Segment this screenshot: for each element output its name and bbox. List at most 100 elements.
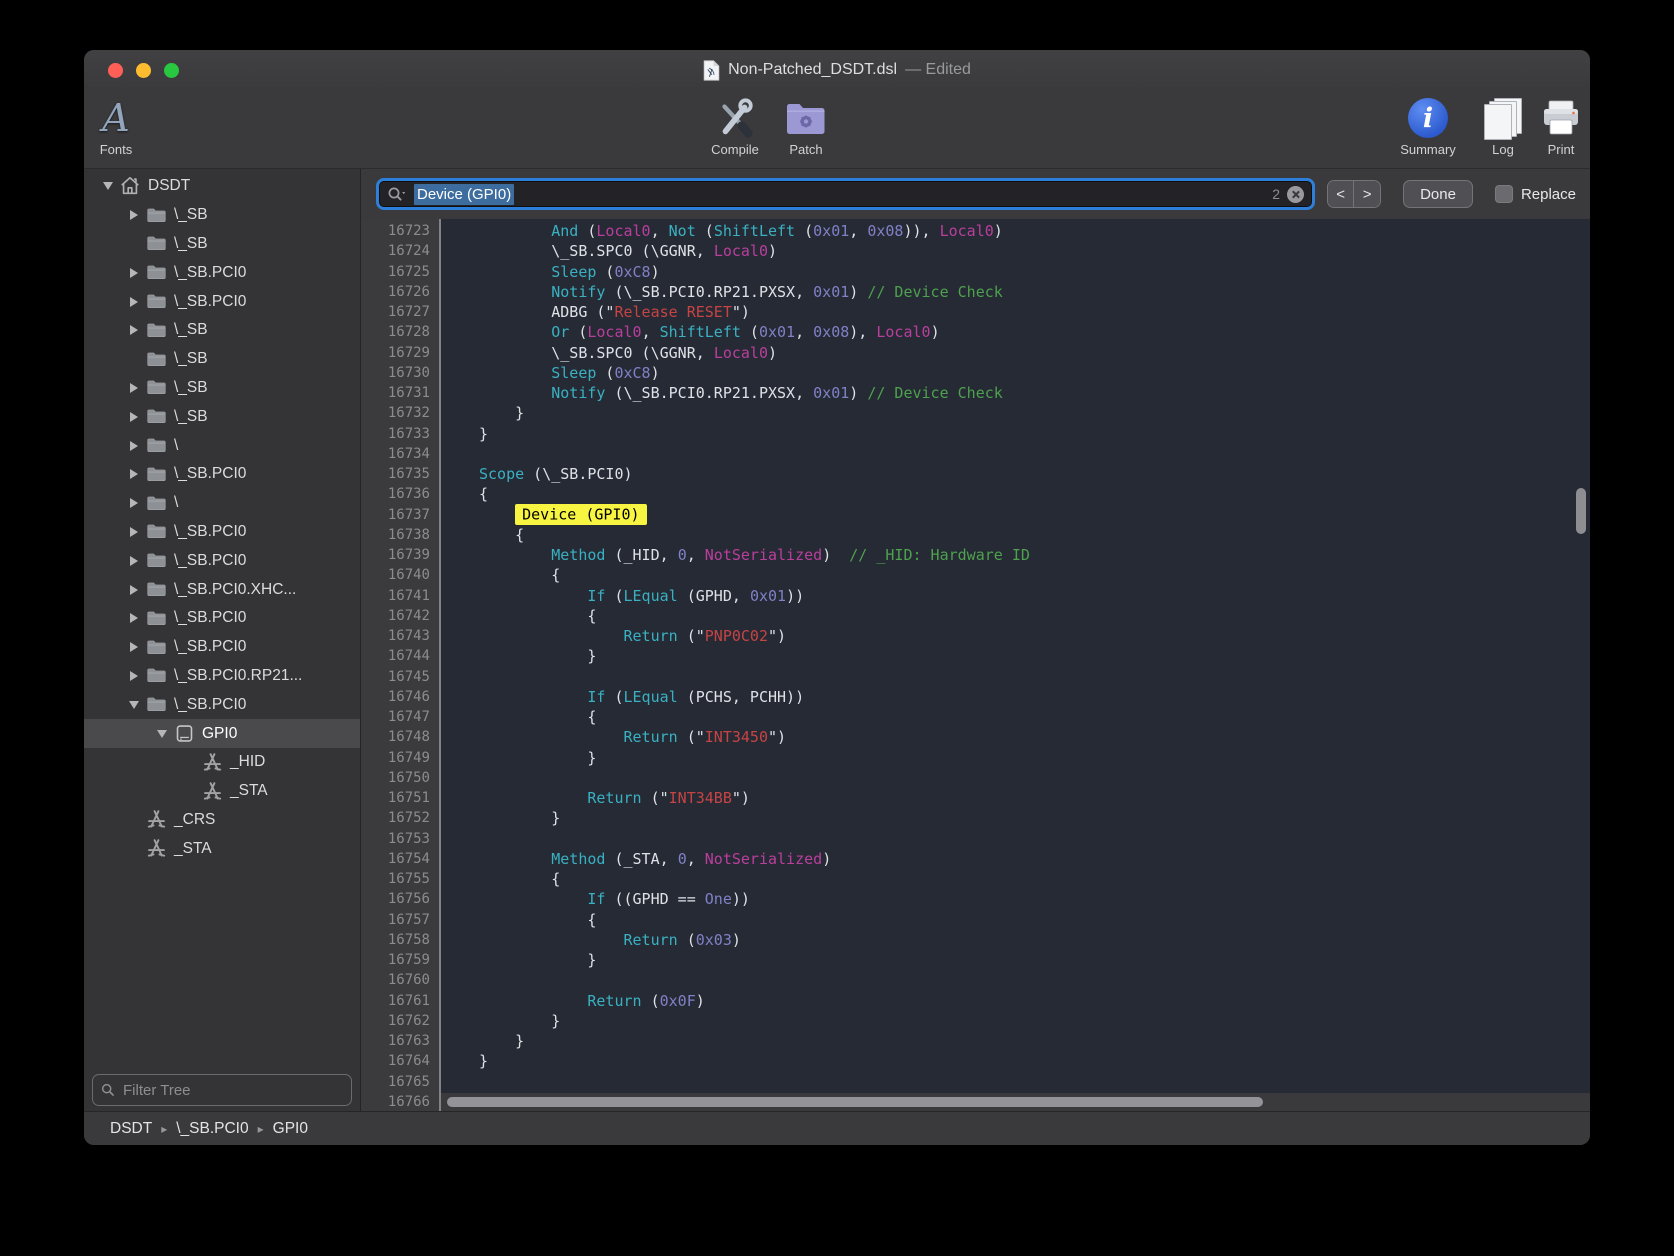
find-previous-button[interactable]: < (1328, 181, 1354, 207)
line-number: 16731 (361, 383, 439, 403)
find-prev-next-control: < > (1327, 180, 1381, 208)
disclosure-triangle-icon[interactable] (124, 496, 144, 510)
line-number: 16730 (361, 363, 439, 383)
tree-item-sta[interactable]: _STA (84, 834, 360, 863)
tree-item-sb[interactable]: \_SB (84, 230, 360, 259)
tree-item-label: \_SB.PCI0 (174, 523, 246, 541)
tree-item-[interactable]: \ (84, 489, 360, 518)
compile-label: Compile (704, 142, 766, 157)
disclosure-triangle-icon[interactable] (152, 727, 172, 741)
line-number: 16724 (361, 241, 439, 261)
document-icon (703, 60, 720, 81)
done-button[interactable]: Done (1403, 180, 1473, 208)
title-bar: Non-Patched_DSDT.dsl — Edited (84, 50, 1590, 90)
disclosure-triangle-icon[interactable] (124, 640, 144, 654)
summary-button[interactable]: i Summary (1386, 94, 1470, 157)
vertical-scrollbar[interactable] (1576, 488, 1586, 534)
filter-tree-field[interactable] (92, 1074, 352, 1106)
zoom-button[interactable] (164, 63, 179, 78)
disclosure-triangle-icon[interactable] (124, 323, 144, 337)
tree-item-sbpci0[interactable]: \_SB.PCI0 (84, 633, 360, 662)
tree-item-sbpci0[interactable]: \_SB.PCI0 (84, 690, 360, 719)
code-line: Sleep (0xC8) (479, 262, 1590, 282)
tree-item-sbpci0[interactable]: \_SB.PCI0 (84, 460, 360, 489)
code-line: } (479, 1051, 1590, 1071)
search-icon (101, 1083, 115, 1097)
print-button[interactable]: Print (1536, 94, 1586, 157)
code-line (479, 768, 1590, 788)
code-line: { (479, 707, 1590, 727)
tree-item-sbpci0[interactable]: \_SB.PCI0 (84, 518, 360, 547)
disclosure-triangle-icon[interactable] (124, 554, 144, 568)
code-line: Device (GPI0) (479, 505, 1590, 525)
minimize-button[interactable] (136, 63, 151, 78)
tree-item-sbpci0[interactable]: \_SB.PCI0 (84, 258, 360, 287)
disclosure-triangle-icon[interactable] (124, 611, 144, 625)
fonts-button[interactable]: A Fonts (90, 94, 142, 157)
replace-checkbox[interactable] (1495, 185, 1513, 203)
log-icon (1482, 96, 1524, 140)
close-button[interactable] (108, 63, 123, 78)
tree-item-crs[interactable]: _CRS (84, 806, 360, 835)
tree-item-sbpci0[interactable]: \_SB.PCI0 (84, 546, 360, 575)
tree-item-hid[interactable]: _HID (84, 748, 360, 777)
disclosure-triangle-icon[interactable] (124, 208, 144, 222)
breadcrumb-item: DSDT (110, 1120, 152, 1138)
clear-search-icon[interactable] (1287, 186, 1304, 203)
search-menu-icon[interactable] (387, 186, 407, 202)
line-number: 16729 (361, 343, 439, 363)
find-input[interactable]: Device (GPI0) 2 (376, 178, 1315, 210)
code-line: { (479, 525, 1590, 545)
line-number: 16759 (361, 950, 439, 970)
folder-icon (144, 205, 168, 226)
disclosure-triangle-icon[interactable] (124, 295, 144, 309)
code-line: Or (Local0, ShiftLeft (0x01, 0x08), Loca… (479, 322, 1590, 342)
code-line: Return (0x03) (479, 930, 1590, 950)
tree-item-sbpci0[interactable]: \_SB.PCI0 (84, 287, 360, 316)
tree-item-sb[interactable]: \_SB (84, 402, 360, 431)
line-number: 16757 (361, 910, 439, 930)
disclosure-triangle-icon[interactable] (124, 266, 144, 280)
patch-button[interactable]: Patch (780, 94, 832, 157)
folder-icon (144, 233, 168, 254)
code-editor[interactable]: 1672316724167251672616727167281672916730… (361, 219, 1590, 1111)
tree-item-sbpci0[interactable]: \_SB.PCI0 (84, 604, 360, 633)
disclosure-spacer (180, 784, 200, 798)
disclosure-triangle-icon[interactable] (124, 698, 144, 712)
find-next-button[interactable]: > (1354, 181, 1380, 207)
horizontal-scrollbar (441, 1093, 1590, 1111)
tree-item-sb[interactable]: \_SB (84, 374, 360, 403)
line-number: 16739 (361, 545, 439, 565)
print-icon (1541, 99, 1581, 137)
filter-tree-input[interactable] (121, 1081, 343, 1100)
tree-item-dsdt[interactable]: DSDT (84, 172, 360, 201)
disclosure-triangle-icon[interactable] (124, 381, 144, 395)
horizontal-scrollbar-thumb[interactable] (447, 1097, 1263, 1107)
tree-item-gpi0[interactable]: GPI0 (84, 719, 360, 748)
tree-item-sbpci0rp21[interactable]: \_SB.PCI0.RP21... (84, 662, 360, 691)
disclosure-triangle-icon[interactable] (124, 439, 144, 453)
tree-item-sb[interactable]: \_SB (84, 316, 360, 345)
folder-icon (144, 349, 168, 370)
disclosure-triangle-icon[interactable] (124, 467, 144, 481)
disclosure-triangle-icon[interactable] (98, 179, 118, 193)
sidebar: DSDT\_SB\_SB\_SB.PCI0\_SB.PCI0\_SB\_SB\_… (84, 169, 361, 1111)
code-line: } (479, 403, 1590, 423)
log-button[interactable]: Log (1478, 94, 1528, 157)
patch-icon (785, 101, 827, 136)
tree-item-sb[interactable]: \_SB (84, 201, 360, 230)
disclosure-triangle-icon[interactable] (124, 525, 144, 539)
tree-item-sb[interactable]: \_SB (84, 345, 360, 374)
disclosure-triangle-icon[interactable] (124, 669, 144, 683)
compile-button[interactable]: Compile (704, 94, 766, 157)
tree-item-sbpci0xhc[interactable]: \_SB.PCI0.XHC... (84, 575, 360, 604)
folder-icon (144, 493, 168, 514)
tree-item-[interactable]: \ (84, 431, 360, 460)
line-number: 16744 (361, 646, 439, 666)
tree-item-label: \_SB.PCI0 (174, 696, 246, 714)
acpi-tree: DSDT\_SB\_SB\_SB.PCI0\_SB.PCI0\_SB\_SB\_… (84, 169, 360, 863)
compile-icon (714, 97, 756, 139)
tree-item-sta[interactable]: _STA (84, 777, 360, 806)
disclosure-triangle-icon[interactable] (124, 583, 144, 597)
disclosure-triangle-icon[interactable] (124, 410, 144, 424)
